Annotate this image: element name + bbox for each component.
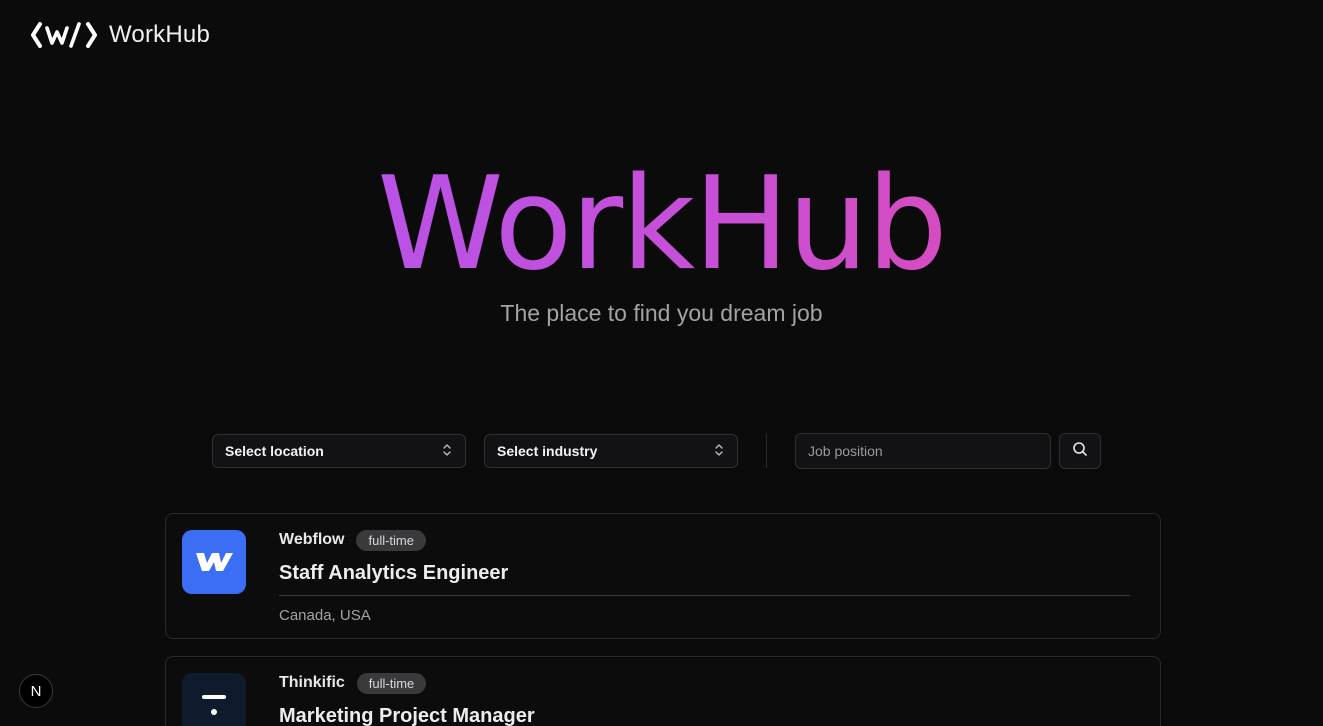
job-type-badge: full-time	[356, 529, 426, 551]
next-logo-icon: N	[30, 682, 42, 700]
next-dev-indicator[interactable]: N	[19, 674, 53, 708]
job-type-badge: full-time	[356, 672, 427, 694]
job-title[interactable]: Staff Analytics Engineer	[279, 562, 1130, 585]
job-meta: Thinkific full-time	[279, 671, 1130, 695]
job-card-body: Thinkific full-time Marketing Project Ma…	[279, 671, 1130, 726]
company-name: Webflow	[279, 531, 345, 548]
chevron-up-down-icon	[713, 443, 725, 460]
company-name: Thinkific	[279, 674, 345, 691]
job-card[interactable]: Thinkific full-time Marketing Project Ma…	[165, 656, 1161, 726]
location-select-label: Select location	[225, 443, 324, 459]
brand-link[interactable]: WorkHub	[31, 20, 210, 50]
industry-select[interactable]: Select industry	[484, 434, 738, 468]
job-card-body: Webflow full-time Staff Analytics Engine…	[279, 528, 1130, 624]
filter-bar: Select location Select industry	[212, 433, 1101, 469]
job-title[interactable]: Marketing Project Manager	[279, 705, 1130, 726]
page: WorkHub WorkHub The place to find you dr…	[0, 0, 1323, 726]
job-card[interactable]: Webflow full-time Staff Analytics Engine…	[165, 513, 1161, 639]
search-icon	[1072, 441, 1088, 462]
chevron-up-down-icon	[441, 443, 453, 460]
brand-name: WorkHub	[109, 21, 210, 48]
location-select[interactable]: Select location	[212, 434, 466, 468]
industry-select-label: Select industry	[497, 443, 598, 459]
filter-divider	[766, 434, 767, 468]
search-button[interactable]	[1059, 433, 1101, 469]
workhub-logo-icon	[31, 20, 97, 50]
hero-subtitle: The place to find you dream job	[500, 300, 823, 326]
webflow-logo-icon	[182, 530, 246, 594]
job-position-input[interactable]	[795, 433, 1051, 469]
card-divider	[279, 595, 1130, 596]
job-meta: Webflow full-time	[279, 528, 1130, 552]
thinkific-logo-icon	[182, 673, 246, 726]
job-location: Canada, USA	[279, 607, 371, 624]
hero-title: WorkHub	[0, 160, 1323, 290]
